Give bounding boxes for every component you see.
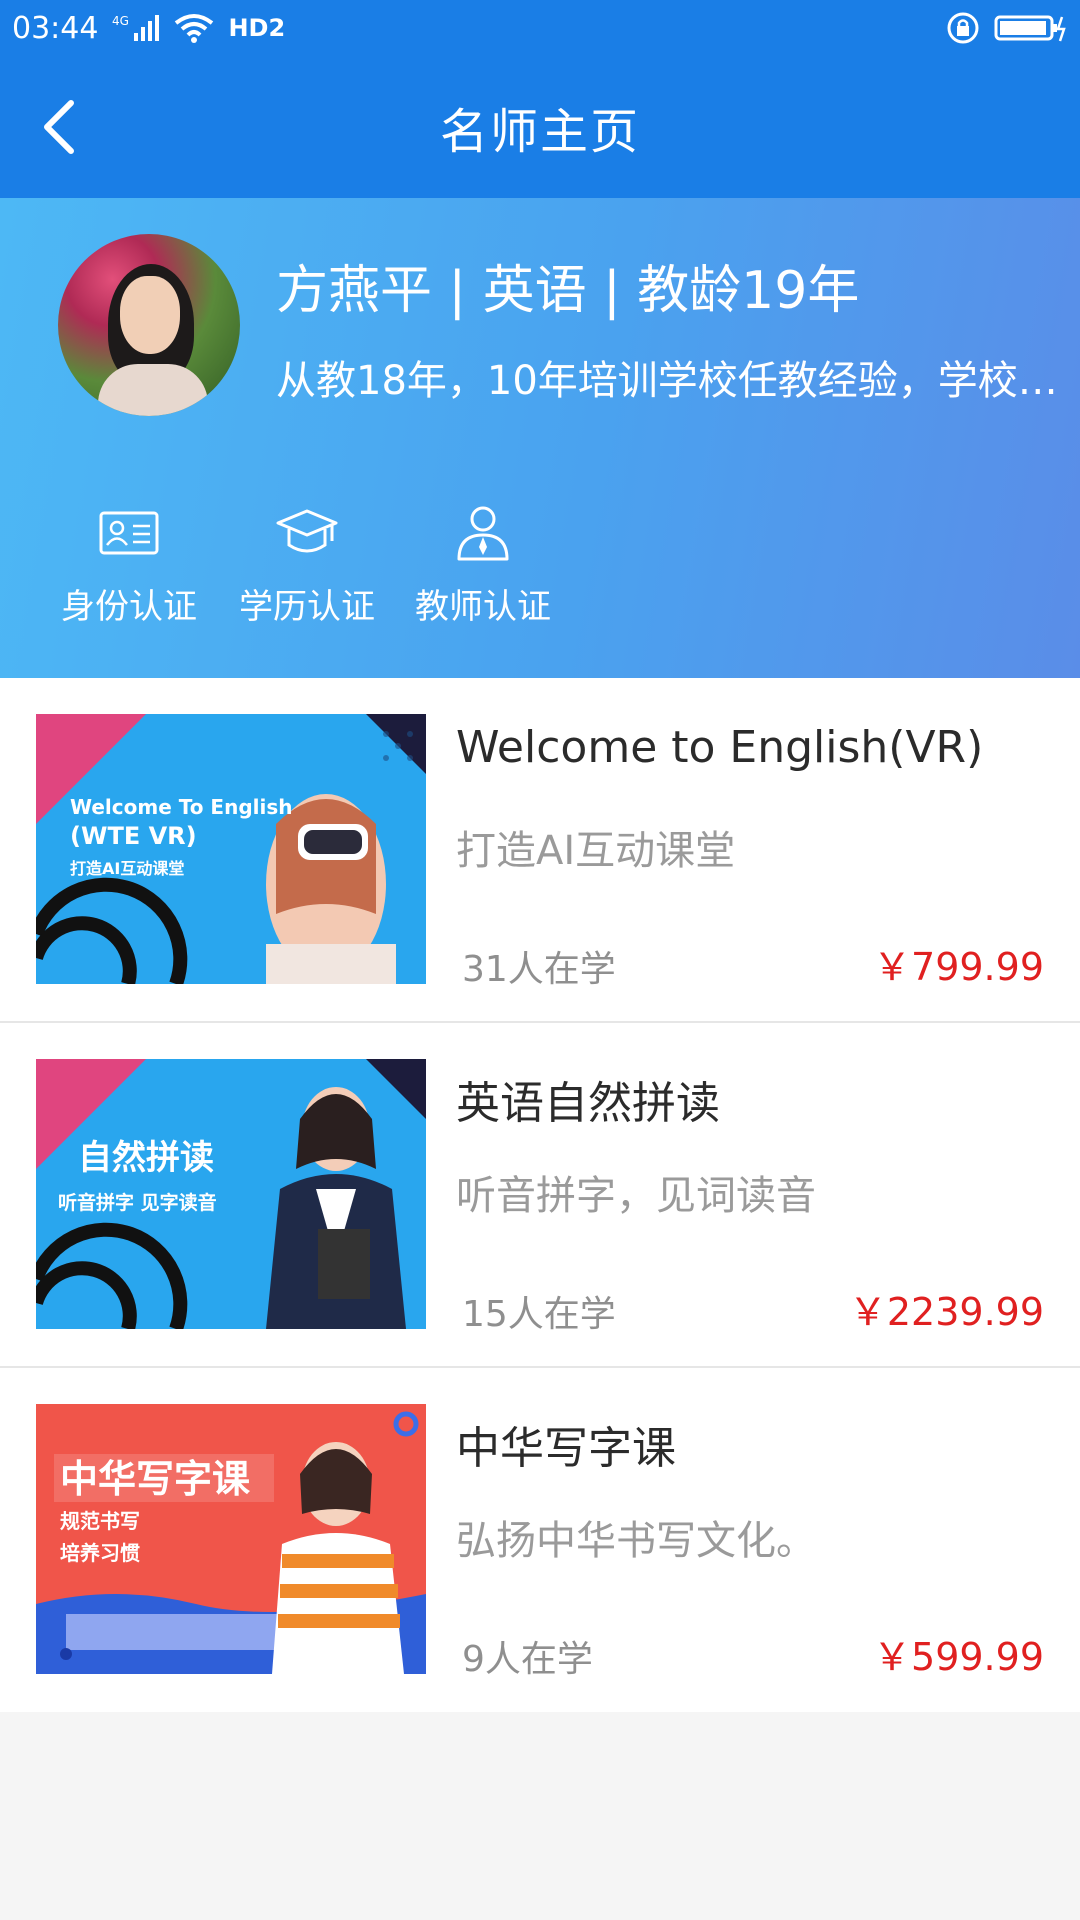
cert-label: 学历认证 [239, 587, 375, 627]
teacher-profile-banner: 方燕平 | 英语 | 教龄19年 从教18年，10年培训学校任教经验，学校… 身… [0, 198, 1080, 678]
status-time: 03:44 [12, 10, 99, 46]
cert-label: 身份认证 [61, 587, 197, 627]
course-item[interactable]: 中华写字课 规范书写 培养习惯 中华写字课 弘扬中华书写文化。 9人在学 ￥59… [0, 1368, 1080, 1712]
thumb-line: (WTE VR) [70, 822, 197, 850]
rotation-lock-icon [947, 12, 979, 44]
course-title: 中华写字课 [456, 1423, 676, 1474]
status-bar: 03:44 4G HD2 [0, 0, 1080, 56]
course-thumbnail: 自然拼读 听音拼字 见字读音 [36, 1059, 426, 1329]
teacher-icon [457, 506, 509, 561]
status-left: 03:44 4G HD2 [12, 11, 285, 46]
network-type: 4G [112, 14, 129, 28]
course-title: Welcome to English(VR) [456, 722, 984, 773]
course-students: 31人在学 [462, 949, 616, 990]
course-students: 9人在学 [462, 1639, 593, 1680]
thumb-line: 规范书写 [60, 1509, 140, 1533]
hd-badge: HD2 [228, 14, 286, 42]
thumb-line: 听音拼字 见字读音 [58, 1191, 217, 1214]
teacher-name-line: 方燕平 | 英语 | 教龄19年 [276, 261, 860, 321]
thumb-line: 中华写字课 [60, 1457, 250, 1501]
id-card-icon [99, 511, 159, 555]
thumb-line: 自然拼读 [78, 1138, 214, 1178]
cert-identity[interactable]: 身份认证 [54, 503, 204, 628]
thumb-line: 打造AI互动课堂 [70, 859, 184, 878]
teacher-bio[interactable]: 从教18年，10年培训学校任教经验，学校… [276, 348, 1066, 406]
thumb-line: 培养习惯 [60, 1541, 140, 1565]
status-right [946, 11, 1068, 45]
page-title: 名师主页 [439, 104, 640, 160]
nav-bar: 名师主页 [0, 56, 1080, 198]
course-item[interactable]: 自然拼读 听音拼字 见字读音 英语自然拼读 听音拼字，见词读音 15人在学 ￥2… [0, 1023, 1080, 1368]
course-price: ￥2239.99 [848, 1290, 1044, 1334]
course-thumbnail: 中华写字课 规范书写 培养习惯 [36, 1404, 426, 1674]
course-price: ￥599.99 [873, 1635, 1044, 1679]
course-students: 15人在学 [462, 1294, 616, 1335]
cert-teacher[interactable]: 教师认证 [408, 503, 558, 628]
course-item[interactable]: Welcome To English (WTE VR) 打造AI互动课堂 Wel… [0, 678, 1080, 1023]
course-list: Welcome To English (WTE VR) 打造AI互动课堂 Wel… [0, 678, 1080, 1712]
signal-icon: 4G [112, 14, 160, 41]
cert-education[interactable]: 学历认证 [232, 503, 382, 628]
course-subtitle: 弘扬中华书写文化。 [456, 1518, 816, 1564]
course-subtitle: 打造AI互动课堂 [456, 828, 736, 874]
course-title: 英语自然拼读 [456, 1078, 720, 1129]
teacher-avatar[interactable] [58, 234, 240, 416]
graduation-cap-icon [276, 509, 338, 553]
thumb-line: Welcome To English [70, 795, 293, 819]
cert-label: 教师认证 [415, 587, 551, 627]
course-thumbnail: Welcome To English (WTE VR) 打造AI互动课堂 [36, 714, 426, 984]
wifi-icon [175, 14, 214, 43]
battery-icon [994, 15, 1066, 42]
course-subtitle: 听音拼字，见词读音 [456, 1173, 816, 1219]
course-price: ￥799.99 [873, 945, 1044, 989]
